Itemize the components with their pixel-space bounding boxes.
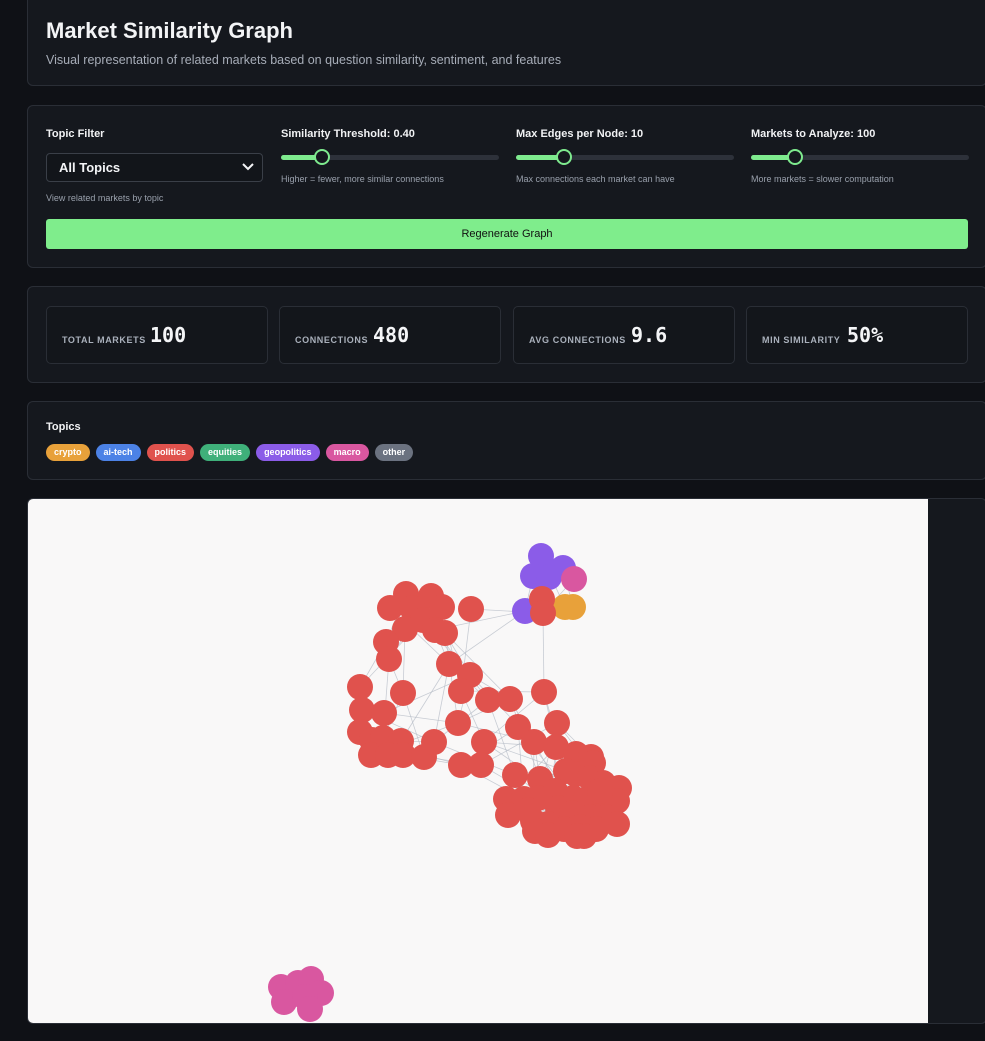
topic-filter-hint: View related markets by topic xyxy=(46,193,164,203)
market-node-crypto[interactable] xyxy=(560,594,586,620)
markets-to-analyze-control: Markets to Analyze: 100 More markets = s… xyxy=(751,128,969,184)
similarity-threshold-slider[interactable] xyxy=(281,147,499,165)
stat-label: CONNECTIONS xyxy=(295,335,369,345)
chevron-down-icon xyxy=(242,163,254,171)
market-node-politics[interactable] xyxy=(530,600,556,626)
market-node-politics[interactable] xyxy=(371,700,397,726)
max-edges-label: Max Edges per Node: 10 xyxy=(516,128,644,140)
market-node-politics[interactable] xyxy=(564,823,590,849)
graph-edge xyxy=(444,632,459,724)
market-node-politics[interactable] xyxy=(421,729,447,755)
topic-chip-politics[interactable]: politics xyxy=(146,444,195,461)
topic-filter-value: All Topics xyxy=(59,160,121,175)
market-node-politics[interactable] xyxy=(502,762,528,788)
market-node-politics[interactable] xyxy=(497,686,523,712)
stat-min-similarity: MIN SIMILARITY 50% xyxy=(746,306,968,364)
stat-value: 50% xyxy=(847,323,884,347)
topics-panel: Topics crypto ai-tech politics equities … xyxy=(27,401,985,480)
similarity-graph-canvas[interactable] xyxy=(28,499,928,1024)
markets-to-analyze-label: Markets to Analyze: 100 xyxy=(751,128,876,140)
topics-title: Topics xyxy=(46,421,81,433)
slider-thumb[interactable] xyxy=(555,149,572,165)
similarity-graph[interactable] xyxy=(28,499,928,1024)
topic-chip-macro[interactable]: macro xyxy=(325,444,369,461)
market-node-politics[interactable] xyxy=(349,697,375,723)
stat-total-markets: TOTAL MARKETS 100 xyxy=(46,306,268,364)
market-node-politics[interactable] xyxy=(531,679,557,705)
topic-legend: crypto ai-tech politics equities geopoli… xyxy=(46,444,414,461)
market-node-macro[interactable] xyxy=(561,566,587,592)
stat-label: AVG CONNECTIONS xyxy=(529,335,626,345)
market-node-politics[interactable] xyxy=(521,729,547,755)
market-node-politics[interactable] xyxy=(468,752,494,778)
page-title: Market Similarity Graph xyxy=(46,18,293,43)
max-edges-control: Max Edges per Node: 10 Max connections e… xyxy=(516,128,734,184)
page-subtitle: Visual representation of related markets… xyxy=(46,53,562,67)
market-node-politics[interactable] xyxy=(535,822,561,848)
graph-nodes xyxy=(268,543,632,1022)
controls-panel: Topic Filter All Topics View related mar… xyxy=(27,105,985,268)
stat-value: 100 xyxy=(150,323,187,347)
market-node-politics[interactable] xyxy=(432,620,458,646)
topic-filter-control: Topic Filter All Topics View related mar… xyxy=(46,128,264,203)
slider-thumb[interactable] xyxy=(786,149,803,165)
topic-chip-geopolitics[interactable]: geopolitics xyxy=(256,444,320,461)
market-node-politics[interactable] xyxy=(445,710,471,736)
market-node-politics[interactable] xyxy=(471,729,497,755)
market-node-geopolitics[interactable] xyxy=(536,564,562,590)
stat-avg-connections: AVG CONNECTIONS 9.6 xyxy=(513,306,735,364)
market-node-politics[interactable] xyxy=(390,680,416,706)
markets-to-analyze-slider[interactable] xyxy=(751,147,969,165)
market-node-politics[interactable] xyxy=(448,678,474,704)
market-node-politics[interactable] xyxy=(544,710,570,736)
market-node-politics[interactable] xyxy=(458,596,484,622)
topic-chip-ai-tech[interactable]: ai-tech xyxy=(95,444,141,461)
max-edges-slider[interactable] xyxy=(516,147,734,165)
topic-chip-other[interactable]: other xyxy=(374,444,414,461)
similarity-threshold-control: Similarity Threshold: 0.40 Higher = fewe… xyxy=(281,128,499,184)
market-node-politics[interactable] xyxy=(587,778,613,804)
stat-label: TOTAL MARKETS xyxy=(62,335,146,345)
market-node-politics[interactable] xyxy=(515,797,541,823)
stat-label: MIN SIMILARITY xyxy=(762,335,841,345)
stat-value: 9.6 xyxy=(631,323,668,347)
stat-connections: CONNECTIONS 480 xyxy=(279,306,501,364)
topic-chip-crypto[interactable]: crypto xyxy=(46,444,90,461)
markets-to-analyze-hint: More markets = slower computation xyxy=(751,174,894,184)
similarity-threshold-hint: Higher = fewer, more similar connections xyxy=(281,174,444,184)
market-node-politics[interactable] xyxy=(376,646,402,672)
market-node-politics[interactable] xyxy=(347,674,373,700)
stats-panel: TOTAL MARKETS 100 CONNECTIONS 480 AVG CO… xyxy=(27,286,985,383)
stat-value: 480 xyxy=(373,323,410,347)
topic-filter-select[interactable]: All Topics xyxy=(46,153,263,182)
regenerate-graph-button[interactable]: Regenerate Graph xyxy=(46,219,968,249)
slider-thumb[interactable] xyxy=(314,149,331,165)
graph-panel xyxy=(27,498,985,1024)
max-edges-hint: Max connections each market can have xyxy=(516,174,675,184)
topic-filter-label: Topic Filter xyxy=(46,128,105,140)
similarity-threshold-label: Similarity Threshold: 0.40 xyxy=(281,128,415,140)
market-node-macro[interactable] xyxy=(297,996,323,1022)
header-panel: Market Similarity Graph Visual represent… xyxy=(27,0,985,86)
topic-chip-equities[interactable]: equities xyxy=(200,444,251,461)
